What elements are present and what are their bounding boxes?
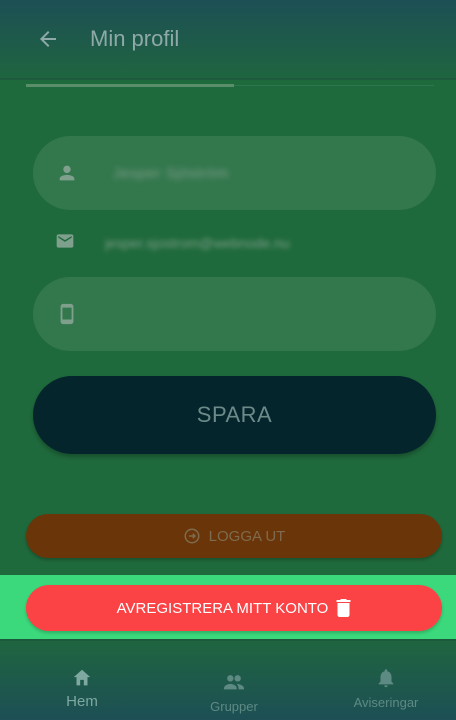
tab-indicator xyxy=(26,84,234,87)
nav-label-notifications: Aviseringar xyxy=(353,695,419,710)
nav-label-groups: Grupper xyxy=(210,699,258,714)
nav-item-notifications[interactable]: Aviseringar xyxy=(326,667,446,710)
tab-divider xyxy=(234,85,434,86)
unregister-account-button[interactable]: AVREGISTRERA MITT KONTO xyxy=(26,585,442,631)
arrow-back-icon xyxy=(40,31,56,47)
back-button[interactable] xyxy=(28,19,68,59)
phone-icon xyxy=(55,302,79,326)
trash-icon xyxy=(336,599,351,617)
email-value: jesper.sjostrom@webnode.nu xyxy=(105,235,290,251)
bottom-navigation: Hem Grupper Aviseringar xyxy=(0,639,456,720)
nav-label-home: Hem xyxy=(66,693,98,710)
page-title: Min profil xyxy=(90,26,180,51)
nav-item-groups[interactable]: Grupper xyxy=(174,671,294,714)
home-icon xyxy=(73,669,91,686)
groups-icon xyxy=(223,675,245,690)
bell-icon xyxy=(378,669,394,688)
app-header: Min profil xyxy=(0,0,456,80)
logout-button[interactable]: LOGGA UT xyxy=(26,514,442,558)
save-button[interactable]: SPARA xyxy=(33,376,436,454)
logout-icon xyxy=(184,528,200,544)
unregister-label: AVREGISTRERA MITT KONTO xyxy=(116,599,329,617)
name-field[interactable]: Jesper Sjöström xyxy=(33,136,436,210)
email-row: jesper.sjostrom@webnode.nu xyxy=(55,230,290,256)
name-value: Jesper Sjöström xyxy=(113,164,229,182)
logout-label: LOGGA UT xyxy=(208,527,286,545)
profile-screen: Min profil Jesper Sjöström jesper.sjostr… xyxy=(0,0,456,720)
phone-field[interactable] xyxy=(33,277,436,351)
nav-item-home[interactable]: Hem xyxy=(22,667,142,710)
person-icon xyxy=(55,161,79,185)
mail-icon xyxy=(55,231,75,256)
